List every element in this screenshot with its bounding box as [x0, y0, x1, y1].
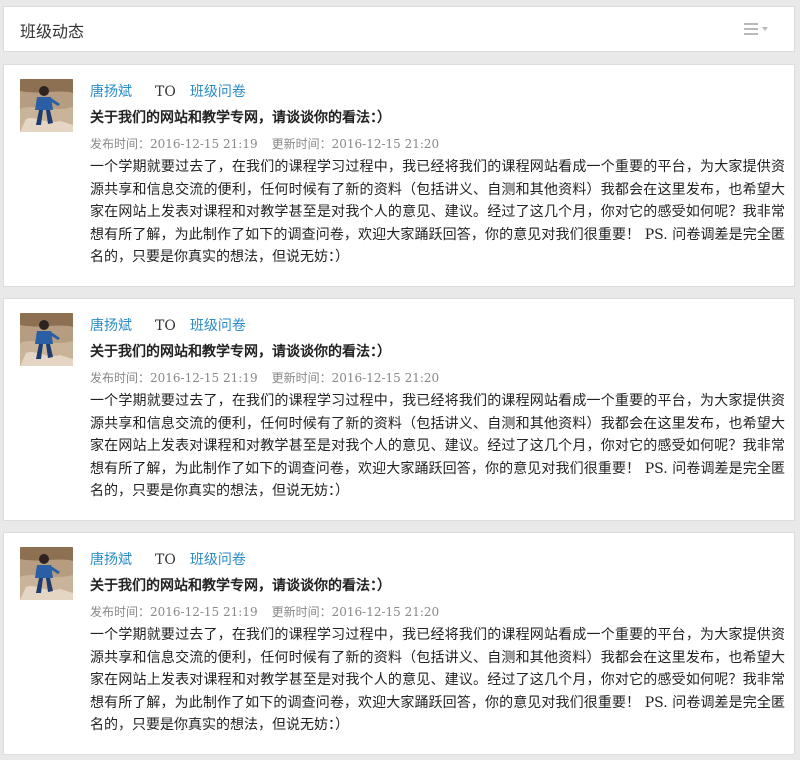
list-menu-icon: [744, 23, 758, 35]
post-meta: 唐扬斌 TO 班级问卷: [90, 549, 246, 569]
post-title[interactable]: 关于我们的网站和教学专网，请谈谈你的看法：）: [90, 575, 391, 595]
author-link[interactable]: 唐扬斌: [90, 318, 132, 334]
post-title[interactable]: 关于我们的网站和教学专网，请谈谈你的看法：）: [90, 341, 391, 361]
to-label: TO: [155, 552, 176, 568]
avatar[interactable]: [20, 547, 73, 600]
group-link[interactable]: 班级问卷: [190, 552, 246, 568]
post-times: 发布时间：2016-12-15 21:19 更新时间：2016-12-15 21:…: [90, 135, 439, 152]
post-meta: 唐扬斌 TO 班级问卷: [90, 315, 246, 335]
published-time: 发布时间：2016-12-15 21:19: [90, 371, 258, 385]
post-meta: 唐扬斌 TO 班级问卷: [90, 81, 246, 101]
menu-dropdown-button[interactable]: [744, 21, 774, 39]
author-link[interactable]: 唐扬斌: [90, 552, 132, 568]
post-content: 一个学期就要过去了，在我们的课程学习过程中，我已经将我们的课程网站看成一个重要的…: [90, 627, 785, 733]
avatar[interactable]: [20, 313, 73, 366]
post-content: 一个学期就要过去了，在我们的课程学习过程中，我已经将我们的课程网站看成一个重要的…: [90, 159, 785, 265]
published-time: 发布时间：2016-12-15 21:19: [90, 137, 258, 151]
post-times: 发布时间：2016-12-15 21:19 更新时间：2016-12-15 21:…: [90, 603, 439, 620]
section-title: 班级动态: [20, 22, 85, 41]
post-times: 发布时间：2016-12-15 21:19 更新时间：2016-12-15 21:…: [90, 369, 439, 386]
section-header: 班级动态: [3, 6, 795, 52]
updated-time: 更新时间：2016-12-15 21:20: [271, 371, 440, 385]
post-card: 唐扬斌 TO 班级问卷 关于我们的网站和教学专网，请谈谈你的看法：） 发布时间：20…: [3, 298, 795, 521]
post-title[interactable]: 关于我们的网站和教学专网，请谈谈你的看法：）: [90, 107, 391, 127]
published-time: 发布时间：2016-12-15 21:19: [90, 605, 258, 619]
to-label: TO: [155, 84, 176, 100]
group-link[interactable]: 班级问卷: [190, 318, 246, 334]
avatar[interactable]: [20, 79, 73, 132]
post-content: 一个学期就要过去了，在我们的课程学习过程中，我已经将我们的课程网站看成一个重要的…: [90, 393, 785, 499]
updated-time: 更新时间：2016-12-15 21:20: [271, 605, 440, 619]
post-card: 唐扬斌 TO 班级问卷 关于我们的网站和教学专网，请谈谈你的看法：） 发布时间：20…: [3, 64, 795, 287]
to-label: TO: [155, 318, 176, 334]
updated-time: 更新时间：2016-12-15 21:20: [271, 137, 440, 151]
author-link[interactable]: 唐扬斌: [90, 84, 132, 100]
caret-down-icon: [762, 27, 768, 31]
post-card: 唐扬斌 TO 班级问卷 关于我们的网站和教学专网，请谈谈你的看法：） 发布时间：20…: [3, 532, 795, 755]
group-link[interactable]: 班级问卷: [190, 84, 246, 100]
